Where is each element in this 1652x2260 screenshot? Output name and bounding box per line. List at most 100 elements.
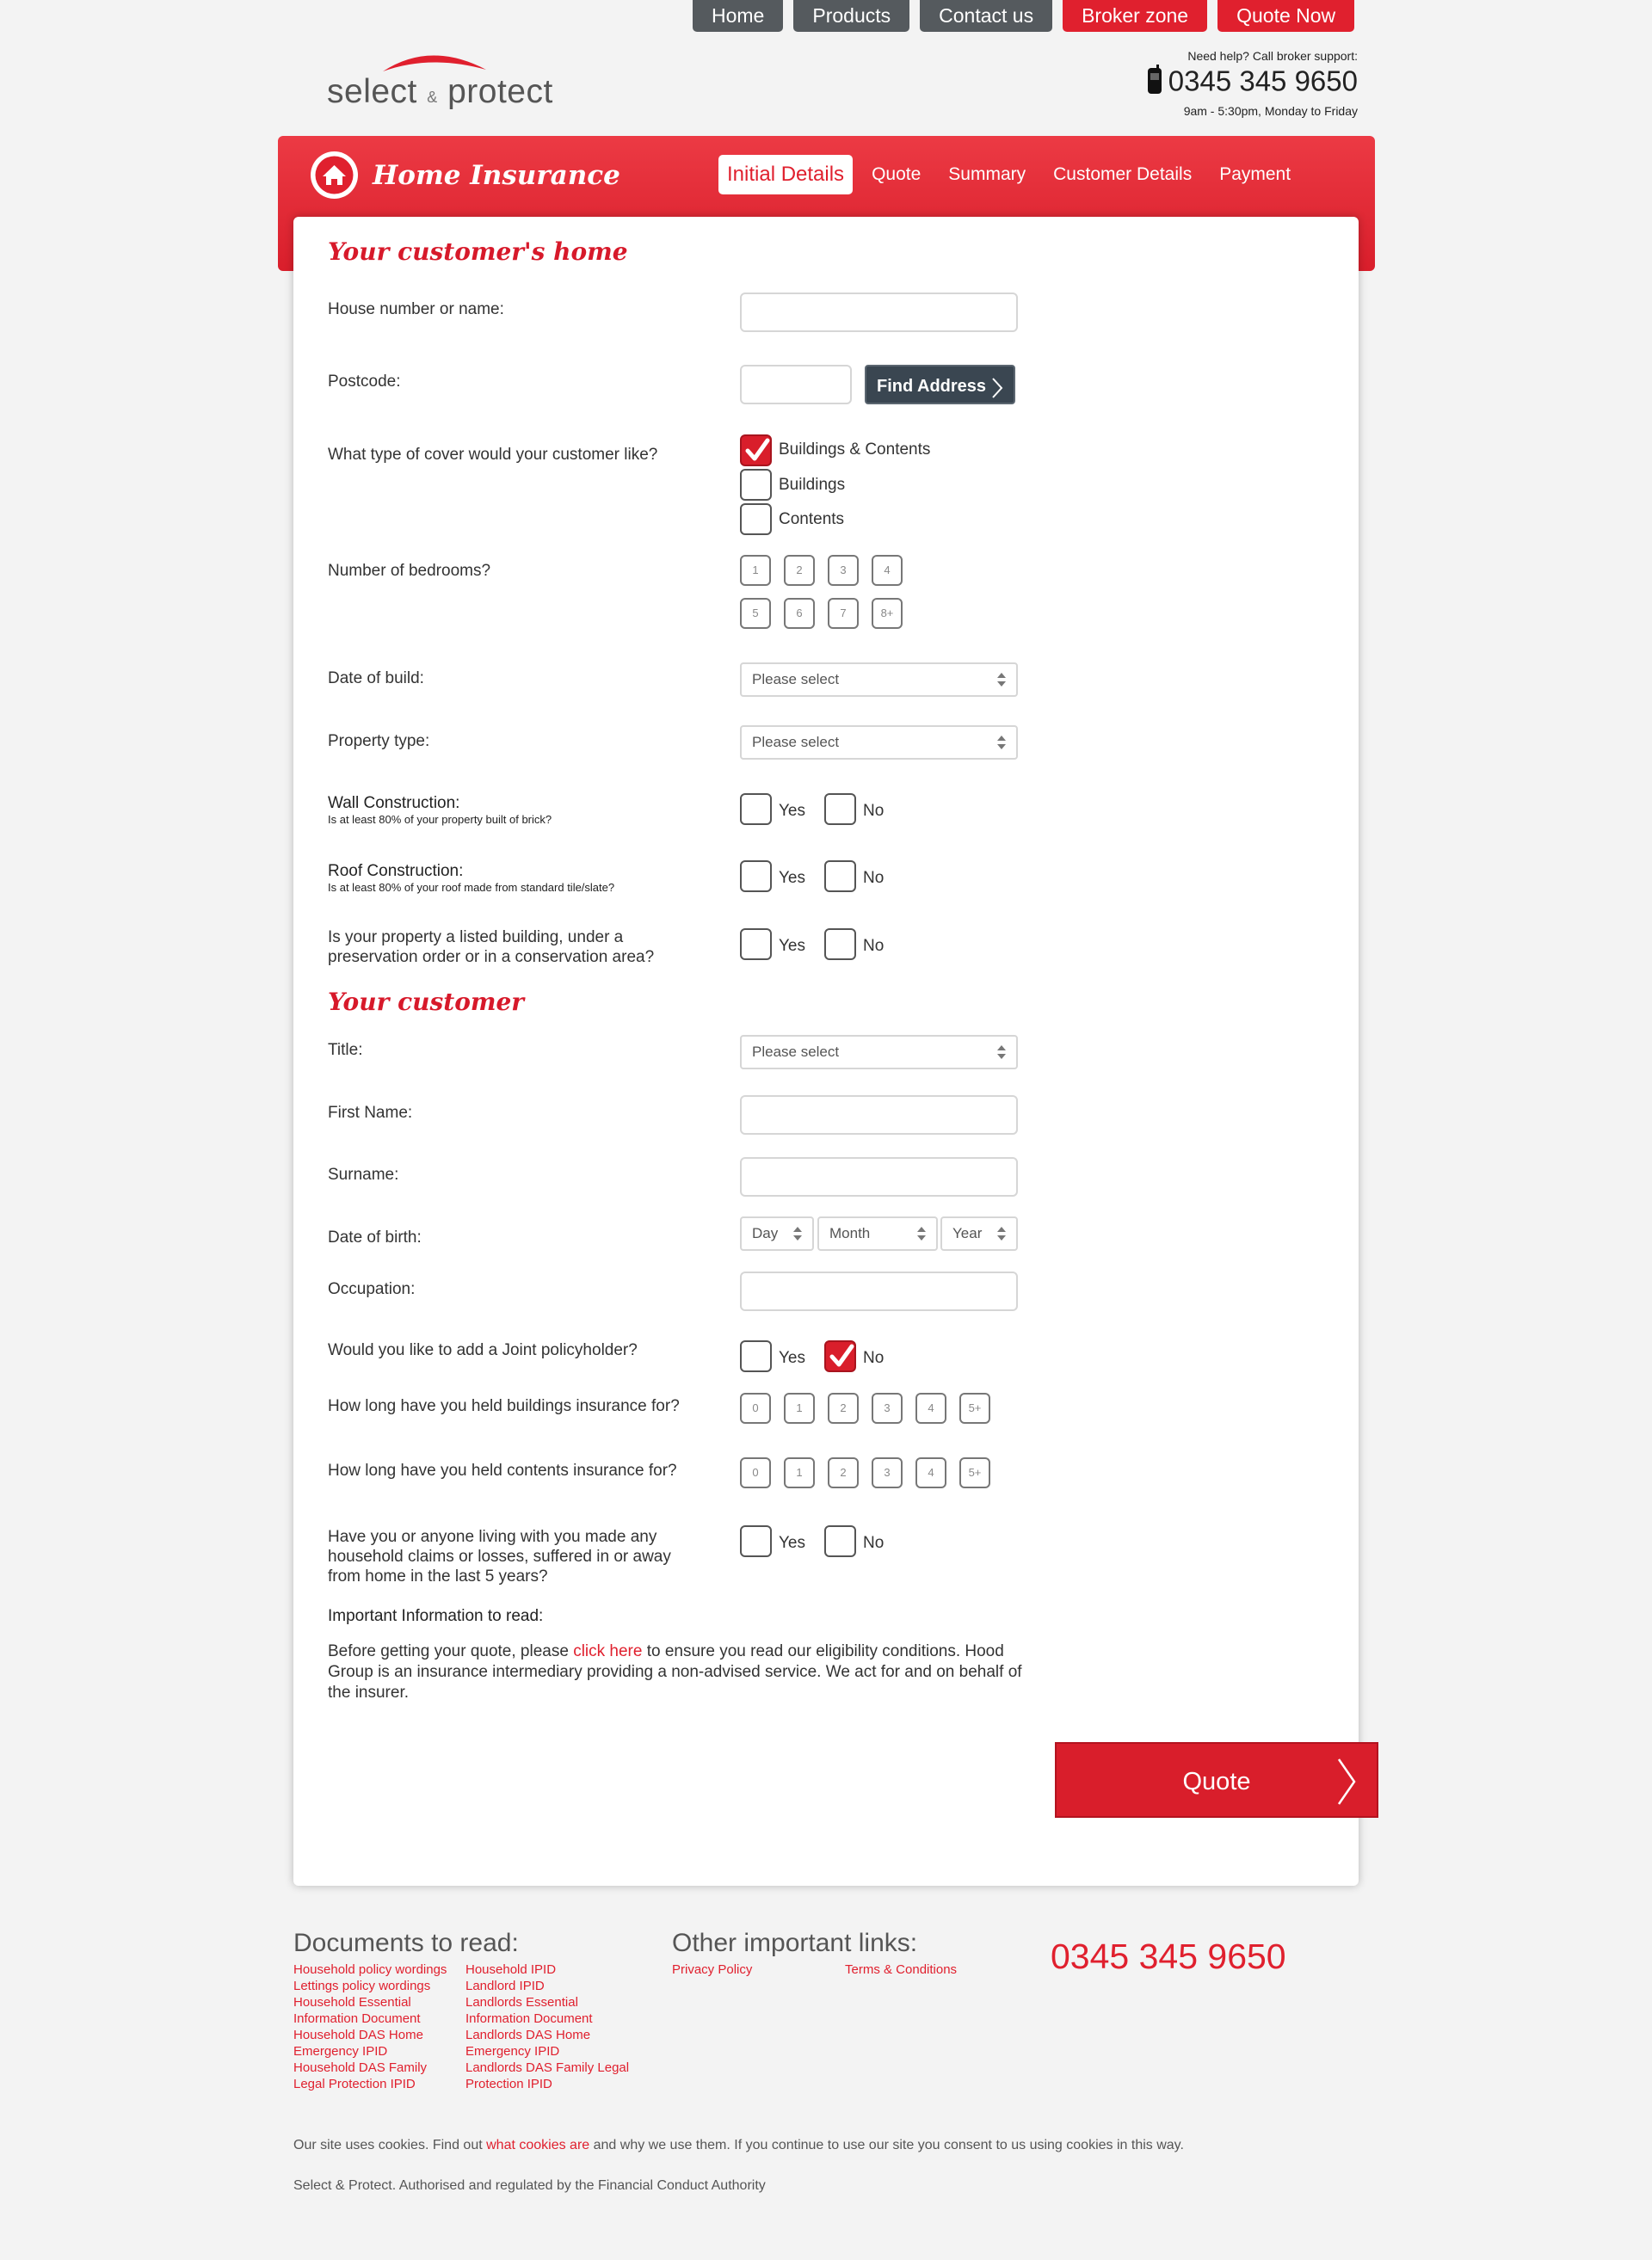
product-title: Home Insurance	[373, 160, 620, 191]
doc-link[interactable]: Household policy wordings	[293, 1961, 447, 1978]
cover-buildings-contents-checkbox[interactable]	[740, 434, 772, 466]
contents-years-option[interactable]: 0	[740, 1457, 771, 1488]
bedroom-option[interactable]: 3	[828, 555, 859, 586]
wall-no-checkbox[interactable]	[824, 793, 856, 825]
doc-link[interactable]: Household DAS Home	[293, 2027, 423, 2043]
doc-link[interactable]: Landlords Essential	[465, 1994, 578, 2011]
dob-day-select[interactable]: Day	[740, 1216, 814, 1251]
doc-link[interactable]: Household DAS Family	[293, 2060, 427, 2076]
step-summary[interactable]: Summary	[934, 155, 1039, 194]
bedroom-option[interactable]: 8+	[872, 598, 903, 629]
roof-no-checkbox[interactable]	[824, 860, 856, 892]
select-value: Please select	[752, 671, 840, 687]
doc-link[interactable]: Information Document	[293, 2011, 421, 2027]
occupation-label: Occupation:	[328, 1280, 416, 1298]
find-address-button[interactable]: Find Address	[865, 365, 1015, 404]
bedroom-option[interactable]: 2	[784, 555, 815, 586]
buildings-years-option[interactable]: 4	[915, 1393, 946, 1424]
bedroom-option[interactable]: 6	[784, 598, 815, 629]
buildings-years-option[interactable]: 2	[828, 1393, 859, 1424]
joint-no-checkbox[interactable]	[824, 1340, 856, 1372]
claims-no-checkbox[interactable]	[824, 1525, 856, 1557]
buildings-years-option[interactable]: 0	[740, 1393, 771, 1424]
home-icon	[311, 151, 358, 199]
chevron-right-icon	[1335, 1756, 1358, 1838]
joint-yes-checkbox[interactable]	[740, 1340, 772, 1372]
no-label: No	[863, 937, 885, 955]
no-label: No	[863, 869, 885, 887]
logo[interactable]: select & protect	[327, 47, 552, 116]
dob-year-select[interactable]: Year	[940, 1216, 1018, 1251]
claims-yes-checkbox[interactable]	[740, 1525, 772, 1557]
build-date-label: Date of build:	[328, 669, 424, 687]
doc-link[interactable]: Lettings policy wordings	[293, 1978, 430, 1994]
contents-years-option[interactable]: 1	[784, 1457, 815, 1488]
nav-home[interactable]: Home	[693, 0, 784, 32]
top-nav: Home Products Contact us Broker zone Quo…	[693, 0, 1355, 32]
dob-month-select[interactable]: Month	[817, 1216, 938, 1251]
cover-buildings-checkbox[interactable]	[740, 469, 772, 501]
doc-link[interactable]: Household Essential	[293, 1994, 411, 2011]
footer-phone[interactable]: 0345 345 9650	[1051, 1937, 1286, 1977]
bedroom-option[interactable]: 1	[740, 555, 771, 586]
eligibility-link[interactable]: click here	[573, 1642, 642, 1660]
nav-contact[interactable]: Contact us	[920, 0, 1053, 32]
nav-broker-zone[interactable]: Broker zone	[1063, 0, 1208, 32]
doc-link[interactable]: Legal Protection IPID	[293, 2076, 416, 2092]
doc-link[interactable]: Landlord IPID	[465, 1978, 545, 1994]
title-label: Title:	[328, 1041, 363, 1059]
regulation-notice: Select & Protect. Authorised and regulat…	[293, 2178, 766, 2193]
step-payment[interactable]: Payment	[1205, 155, 1304, 194]
privacy-link[interactable]: Privacy Policy	[672, 1961, 752, 1978]
buildings-years-option[interactable]: 3	[872, 1393, 903, 1424]
bedroom-option[interactable]: 7	[828, 598, 859, 629]
cookies-link[interactable]: what cookies are	[486, 2138, 589, 2152]
quote-button[interactable]: Quote	[1055, 1742, 1378, 1818]
doc-link[interactable]: Protection IPID	[465, 2076, 552, 2092]
wall-yes-checkbox[interactable]	[740, 793, 772, 825]
first-name-input[interactable]	[740, 1095, 1018, 1135]
roof-yes-checkbox[interactable]	[740, 860, 772, 892]
doc-link[interactable]: Information Document	[465, 2011, 593, 2027]
doc-link[interactable]: Emergency IPID	[293, 2043, 387, 2060]
property-type-select[interactable]: Please select	[740, 725, 1018, 760]
contents-years-option[interactable]: 5+	[959, 1457, 990, 1488]
step-customer-details[interactable]: Customer Details	[1039, 155, 1205, 194]
help-box: Need help? Call broker support: 0345 345…	[1146, 49, 1358, 118]
yes-label: Yes	[779, 1534, 805, 1552]
nav-quote-now[interactable]: Quote Now	[1217, 0, 1355, 32]
doc-link[interactable]: Emergency IPID	[465, 2043, 559, 2060]
form-card: Your customer's home House number or nam…	[293, 217, 1378, 1886]
postcode-input[interactable]	[740, 365, 852, 404]
contents-years-option[interactable]: 4	[915, 1457, 946, 1488]
doc-link[interactable]: Landlords DAS Family Legal	[465, 2060, 629, 2076]
bedroom-option[interactable]: 5	[740, 598, 771, 629]
cover-contents-checkbox[interactable]	[740, 503, 772, 535]
contents-years-option[interactable]: 2	[828, 1457, 859, 1488]
house-input[interactable]	[740, 293, 1018, 332]
build-date-select[interactable]: Please select	[740, 662, 1018, 697]
doc-link[interactable]: Landlords DAS Home	[465, 2027, 590, 2043]
first-name-label: First Name:	[328, 1104, 413, 1122]
other-links-heading: Other important links:	[672, 1929, 918, 1957]
nav-products[interactable]: Products	[793, 0, 910, 32]
step-quote[interactable]: Quote	[858, 155, 934, 194]
listed-no-checkbox[interactable]	[824, 928, 856, 960]
bedroom-option[interactable]: 4	[872, 555, 903, 586]
occupation-input[interactable]	[740, 1272, 1018, 1311]
surname-input[interactable]	[740, 1157, 1018, 1197]
contents-years-option[interactable]: 3	[872, 1457, 903, 1488]
wall-label-text: Wall Construction:	[328, 794, 460, 812]
section-title-home: Your customer's home	[328, 237, 628, 266]
listed-yes-checkbox[interactable]	[740, 928, 772, 960]
title-select[interactable]: Please select	[740, 1035, 1018, 1069]
yes-label: Yes	[779, 937, 805, 955]
help-phone[interactable]: 0345 345 9650	[1168, 65, 1358, 97]
postcode-label: Postcode:	[328, 373, 401, 391]
step-initial-details[interactable]: Initial Details	[718, 155, 854, 194]
terms-link[interactable]: Terms & Conditions	[845, 1961, 957, 1978]
cookie-text-post: and why we use them. If you continue to …	[589, 2138, 1184, 2152]
doc-link[interactable]: Household IPID	[465, 1961, 556, 1978]
buildings-years-option[interactable]: 5+	[959, 1393, 990, 1424]
buildings-years-option[interactable]: 1	[784, 1393, 815, 1424]
